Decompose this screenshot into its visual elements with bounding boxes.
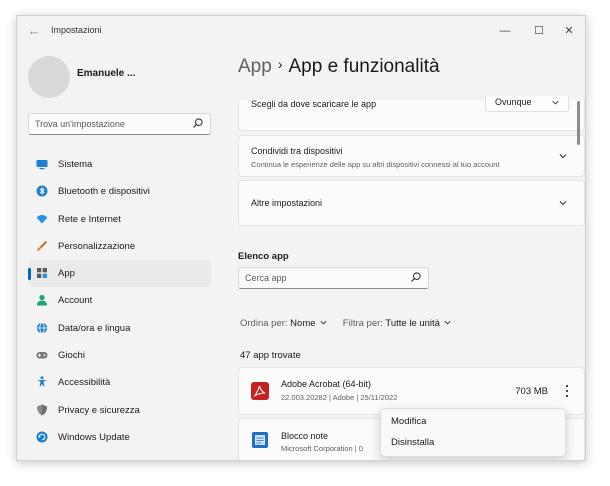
app-name: Adobe Acrobat (64-bit) (281, 379, 372, 389)
download-source-label: Scegli da dove scaricare le app (251, 99, 377, 109)
avatar[interactable] (28, 56, 70, 98)
acrobat-icon (251, 382, 269, 400)
search-icon[interactable] (192, 117, 204, 129)
chevron-down-icon[interactable] (558, 151, 568, 161)
sidebar-item-windows-update[interactable]: Windows Update (28, 424, 211, 451)
chevron-down-icon[interactable] (558, 198, 568, 208)
share-devices-card[interactable]: Condividi tra dispositivi Continua le es… (238, 135, 585, 177)
sidebar: Emanuele ... Sistema Bluetooth e disposi… (17, 46, 222, 460)
dropdown-value: Ovunque (495, 97, 532, 107)
chevron-down-icon (444, 320, 451, 325)
sidebar-item-data-ora[interactable]: Data/ora e lingua (28, 315, 211, 342)
main-content: App › App e funzionalità Scegli da dove sc… (222, 46, 585, 460)
sidebar-item-label: Windows Update (58, 431, 130, 443)
other-settings-title: Altre impostazioni (251, 198, 323, 208)
maximize-button[interactable]: ☐ (529, 22, 549, 40)
sidebar-item-sistema[interactable]: Sistema (28, 151, 211, 178)
sidebar-item-personalizzazione[interactable]: Personalizzazione (28, 233, 211, 260)
breadcrumb-overlay: App › App e funzionalità (238, 56, 440, 78)
app-context-menu: Modifica Disinstalla (380, 408, 566, 457)
page-title: App e funzionalità (288, 56, 440, 77)
settings-search-box[interactable] (28, 113, 211, 135)
sort-dropdown[interactable]: Ordina per: Nome (240, 318, 328, 329)
window-title: Impostazioni (51, 25, 102, 35)
gamepad-icon (36, 352, 48, 359)
settings-search-input[interactable] (35, 117, 185, 131)
breadcrumb-separator: › (277, 56, 283, 72)
sidebar-item-label: Account (58, 295, 93, 307)
sidebar-nav: Sistema Bluetooth e dispositivi Rete e I… (28, 151, 211, 451)
brush-icon (37, 240, 48, 251)
app-name: Blocco note (281, 431, 329, 441)
sidebar-item-privacy[interactable]: Privacy e sicurezza (28, 397, 211, 424)
user-name: Emanuele ... (77, 68, 136, 79)
app-size: 703 MB (515, 386, 548, 397)
wifi-icon (36, 214, 48, 224)
app-list-heading: Elenco app (238, 251, 289, 262)
sidebar-item-account[interactable]: Account (28, 287, 211, 314)
person-icon (37, 295, 47, 306)
download-source-card: Scegli da dove scaricare le app Ovunque (238, 94, 585, 131)
sidebar-item-label: Bluetooth e dispositivi (58, 186, 150, 198)
download-source-dropdown[interactable]: Ovunque (485, 94, 569, 112)
app-search-input[interactable] (245, 271, 395, 285)
sidebar-item-label: Sistema (58, 159, 93, 170)
app-list-filters: Ordina per: Nome Filtra per: Tutte le un… (240, 318, 452, 329)
apps-icon (37, 268, 47, 279)
sidebar-item-label: Data/ora e lingua (58, 322, 131, 334)
sidebar-item-bluetooth[interactable]: Bluetooth e dispositivi (28, 178, 211, 205)
filter-dropdown[interactable]: Filtra per: Tutte le unità (343, 318, 452, 329)
monitor-icon (36, 160, 48, 170)
app-meta: Microsoft Corporation | 0 (281, 444, 363, 453)
back-arrow-icon[interactable]: ← (25, 22, 43, 40)
app-count: 47 app trovate (240, 350, 301, 361)
app-meta: 22.003.20282 | Adobe | 25/11/2022 (281, 393, 398, 402)
more-options-icon[interactable] (564, 384, 570, 398)
scrollbar-thumb[interactable] (577, 101, 580, 145)
sidebar-item-accessibilita[interactable]: Accessibilità (28, 369, 211, 396)
active-indicator (28, 268, 31, 281)
sidebar-item-label: Giochi (58, 350, 85, 362)
sidebar-item-giochi[interactable]: Giochi (28, 342, 211, 369)
filter-label: Filtra per: (342, 318, 383, 329)
update-icon (36, 431, 48, 443)
modify-menu-item[interactable]: Modifica (391, 416, 426, 427)
share-devices-subtitle: Continua le esperienze delle app su altr… (251, 160, 500, 169)
settings-window: ← Impostazioni — ☐ ✕ Emanuele ... Sistem… (16, 15, 586, 461)
sidebar-item-label: Rete e Internet (58, 213, 121, 225)
app-search-box[interactable] (238, 267, 429, 289)
sidebar-item-label: Personalizzazione (58, 240, 136, 252)
sidebar-item-label: Privacy e sicurezza (58, 404, 140, 416)
sidebar-item-label: App (58, 268, 75, 280)
sort-label: Ordina per: (240, 318, 288, 329)
sidebar-item-label: Accessibilità (58, 377, 111, 389)
uninstall-menu-item[interactable]: Disinstalla (391, 437, 434, 448)
chevron-down-icon (552, 100, 559, 105)
other-settings-card[interactable]: Altre impostazioni (238, 180, 585, 226)
bluetooth-icon (36, 185, 48, 197)
chevron-down-icon (319, 320, 327, 325)
title-bar: ← Impostazioni — ☐ ✕ (17, 16, 585, 46)
sidebar-item-app[interactable]: App (28, 260, 211, 288)
minimize-button[interactable]: — (495, 22, 515, 40)
accessibility-icon (37, 376, 47, 388)
sidebar-item-rete[interactable]: Rete e Internet (28, 206, 211, 233)
shield-icon (37, 404, 47, 416)
breadcrumb-parent[interactable]: App (238, 56, 272, 77)
notepad-icon (252, 432, 268, 448)
filter-value: Tutte le unità (385, 318, 440, 329)
share-devices-title: Condividi tra dispositivi (251, 146, 343, 156)
close-button[interactable]: ✕ (559, 22, 579, 40)
search-icon[interactable] (410, 271, 422, 283)
globe-clock-icon (36, 322, 48, 334)
sort-value: Nome (290, 318, 316, 329)
